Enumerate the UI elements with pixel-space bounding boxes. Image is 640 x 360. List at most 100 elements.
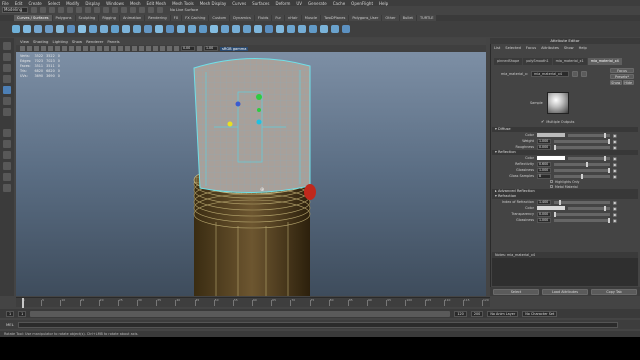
slider-knob[interactable] [604,205,606,211]
anim-layer-select[interactable]: No Anim Layer [487,310,519,317]
render-settings-icon[interactable] [157,7,163,13]
redo-icon[interactable] [67,7,73,13]
select-tool-icon[interactable] [3,42,11,50]
ae-menu-show[interactable]: Show [564,46,574,50]
motion-blur-icon[interactable] [160,46,165,51]
ae-tab-pinnedshape[interactable]: pinnedShape [494,58,523,65]
color-swatch[interactable] [537,133,565,137]
focus-button[interactable]: Focus [610,68,634,73]
safe-title-icon[interactable] [90,46,95,51]
label-block-mesh[interactable] [193,57,311,194]
slider-knob[interactable] [581,173,583,179]
safe-action-icon[interactable] [83,46,88,51]
pencil-curve-icon[interactable] [45,25,53,33]
time-slider[interactable]: 1510152025303540455055606570758085909510… [16,297,490,308]
attr-value-field[interactable]: 0.000 [537,144,551,150]
map-button-icon[interactable]: ▣ [613,200,617,205]
film-gate-icon[interactable] [55,46,60,51]
notes-field[interactable] [492,258,638,286]
map-button-icon[interactable]: ▣ [613,212,617,217]
lights-icon[interactable] [125,46,130,51]
select-button[interactable]: Select [493,288,539,295]
field-chart-icon[interactable] [76,46,81,51]
single-view-icon[interactable] [3,129,11,137]
boundary-icon[interactable] [221,25,229,33]
current-frame-marker[interactable] [22,298,24,308]
color-space-select[interactable]: sRGB gamma [220,46,249,51]
ae-menu-focus[interactable]: Focus [526,46,536,50]
wireframe-on-shaded-icon[interactable] [111,46,116,51]
ae-menu-attributes[interactable]: Attributes [541,46,559,50]
map-button-icon[interactable]: ▣ [613,168,617,173]
menu-create[interactable]: Create [28,1,41,6]
attr-slider[interactable] [554,199,610,205]
nurbs-cone-icon[interactable] [122,25,130,33]
inner-end-field[interactable]: 120 [454,310,467,317]
slider-knob[interactable] [586,161,589,167]
camera-icon[interactable] [20,46,25,51]
snap-grid-icon[interactable] [103,7,109,13]
undo-icon[interactable] [58,7,64,13]
xray-icon[interactable] [139,46,144,51]
save-scene-icon[interactable] [49,7,55,13]
menu-file[interactable]: File [2,1,9,6]
menu-help[interactable]: Help [379,1,388,6]
map-button-icon[interactable]: ▣ [613,139,617,144]
revolve-icon[interactable] [155,25,163,33]
panel-menu-shading[interactable]: Shading [33,39,48,44]
checkbox-checked-icon[interactable]: ✔ [541,119,544,124]
color-swatch[interactable] [537,156,565,160]
rotate-tool-icon[interactable] [3,86,11,94]
map-button-icon[interactable]: ▣ [613,145,617,150]
nurbs-plane-icon[interactable] [133,25,141,33]
move-tool-icon[interactable] [3,75,11,83]
birail-icon[interactable] [199,25,207,33]
slider-knob[interactable] [558,199,561,205]
slider-knob[interactable] [608,138,610,144]
ae-tab-mia-material-x4[interactable]: mia_material_x4 [587,58,622,65]
intersect-icon[interactable] [254,25,262,33]
attr-value-field[interactable]: 1.400 [537,199,551,205]
persp-graph-icon[interactable] [3,162,11,170]
map-button-icon[interactable]: ▣ [613,162,617,167]
nurbs-circle-icon[interactable] [12,25,20,33]
menu-select[interactable]: Select [48,1,60,6]
attr-value-field[interactable]: 1.000 [537,217,551,223]
attr-value-field[interactable]: 1.000 [537,167,551,173]
attr-slider[interactable] [554,167,610,173]
attr-value-field[interactable]: 1.000 [537,138,551,144]
bookmark-icon[interactable] [34,46,39,51]
select-component-icon[interactable] [94,7,100,13]
highlights-only-checkbox[interactable] [550,180,553,183]
rotate-handle-center[interactable] [257,108,261,112]
project-curve-icon[interactable] [243,25,251,33]
attr-value-field[interactable]: 0.000 [537,211,551,217]
panel-menu-panels[interactable]: Panels [107,39,119,44]
node-name-field[interactable]: mia_material_x4 [531,71,569,77]
nurbs-sphere-icon[interactable] [89,25,97,33]
square-icon[interactable] [232,25,240,33]
arc-icon[interactable] [56,25,64,33]
trim-icon[interactable] [265,25,273,33]
mel-input[interactable] [17,321,618,328]
copy-tab-button[interactable]: Copy Tab [591,288,637,295]
slider-knob[interactable] [554,211,556,217]
start-time-field[interactable]: 1 [6,310,15,317]
text-curve-icon[interactable] [78,25,86,33]
wireframe-icon[interactable] [97,46,102,51]
map-button-icon[interactable]: ▣ [613,174,617,179]
ae-tab-polysmooth1[interactable]: polySmooth1 [523,58,552,65]
attr-slider[interactable] [554,211,610,217]
attach-icon[interactable] [287,25,295,33]
slider-knob[interactable] [604,132,606,138]
panel-menu-lighting[interactable]: Lighting [52,39,67,44]
ep-curve-icon[interactable] [34,25,42,33]
presets-button[interactable]: Presets* [610,74,634,79]
nurbs-torus-icon[interactable] [144,25,152,33]
persp-outliner-icon[interactable] [3,151,11,159]
attr-slider[interactable] [568,205,610,211]
rotate-handle-x[interactable] [256,119,262,125]
ae-menu-selected[interactable]: Selected [505,46,521,50]
material-sample-swatch[interactable] [546,92,569,114]
camera-attr-icon[interactable] [27,46,32,51]
